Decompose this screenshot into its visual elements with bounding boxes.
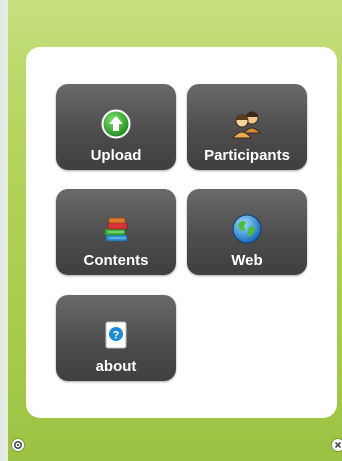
participants-icon — [230, 107, 264, 141]
close-button[interactable] — [330, 437, 342, 453]
upload-arrow-icon — [99, 107, 133, 141]
upload-label: Upload — [90, 147, 142, 164]
books-icon — [99, 212, 133, 246]
settings-button[interactable] — [10, 437, 26, 453]
about-button[interactable]: ? about — [56, 295, 176, 381]
globe-icon — [230, 212, 264, 246]
contents-label: Contents — [83, 252, 149, 269]
web-button[interactable]: Web — [187, 189, 307, 275]
close-icon — [331, 438, 342, 452]
participants-label: Participants — [204, 147, 290, 164]
gear-icon — [11, 438, 25, 452]
upload-button[interactable]: Upload — [56, 84, 176, 170]
participants-button[interactable]: Participants — [187, 84, 307, 170]
web-label: Web — [231, 252, 263, 269]
svg-text:?: ? — [113, 330, 120, 342]
info-icon: ? — [99, 318, 133, 352]
about-label: about — [95, 358, 137, 375]
contents-button[interactable]: Contents — [56, 189, 176, 275]
